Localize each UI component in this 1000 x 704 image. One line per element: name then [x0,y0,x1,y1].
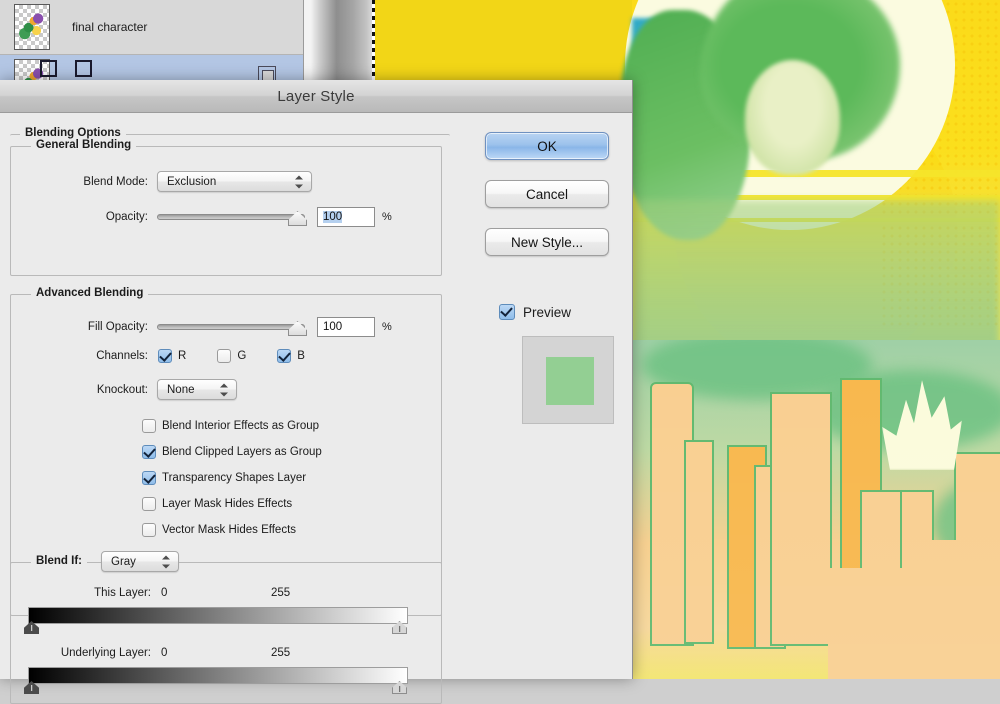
channel-r-label: R [178,350,186,362]
opacity-unit: % [382,211,392,223]
layer-mask-hides-effects-checkbox[interactable] [142,497,156,511]
opacity-slider[interactable] [157,211,305,223]
fill-opacity-input[interactable]: 100 [317,317,375,337]
underlying-layer-gradient-bar[interactable] [28,667,408,684]
fill-opacity-value: 100 [323,321,342,333]
dialog-title: Layer Style [277,88,354,105]
this-layer-min: 0 [161,587,191,599]
style-preview-thumbnail [522,336,614,424]
vector-mask-hides-effects-checkbox[interactable] [142,523,156,537]
preview-checkbox[interactable] [499,304,515,320]
fill-opacity-slider[interactable] [157,321,305,333]
vector-mask-hides-effects-row[interactable]: Vector Mask Hides Effects [142,523,296,537]
transparency-shapes-layer-row[interactable]: Transparency Shapes Layer [142,471,306,485]
dialog-titlebar[interactable]: Layer Style [0,80,632,113]
blend-interior-effects-label: Blend Interior Effects as Group [162,420,319,432]
vector-mask-hides-effects-label: Vector Mask Hides Effects [162,524,296,536]
layer-style-dialog: Layer Style Blending Options General Ble… [0,80,633,679]
blend-interior-effects-checkbox[interactable] [142,419,156,433]
blend-clipped-layers-row[interactable]: Blend Clipped Layers as Group [142,445,322,459]
knockout-label: Knockout: [11,384,148,396]
knockout-select[interactable]: None [157,379,237,400]
knockout-row: Knockout: None [11,379,441,400]
dialog-body: Blending Options General Blending Blend … [0,114,632,679]
blend-mode-label: Blend Mode: [11,176,148,188]
artwork-overlay [632,0,1000,679]
blending-options-column: Blending Options General Blending Blend … [0,114,462,679]
advanced-blending-title: Advanced Blending [31,287,148,299]
transparency-shapes-layer-checkbox[interactable] [142,471,156,485]
preview-checkbox-row[interactable]: Preview [499,304,571,320]
layer-row[interactable]: final character [0,0,303,54]
underlying-layer-min: 0 [161,647,191,659]
stepper-arrows-icon [162,555,170,568]
stepper-arrows-icon [295,175,303,188]
blend-mode-row: Blend Mode: Exclusion [11,171,441,192]
channel-b-checkbox-wrap[interactable]: B [277,349,305,363]
this-layer-label: This Layer: [51,587,151,599]
opacity-row: Opacity: 100 % [11,207,441,227]
fill-opacity-unit: % [382,321,392,333]
knockout-value: None [167,384,195,396]
blend-if-title: Blend If: [31,555,87,567]
channels-row: Channels: R G B [11,349,441,363]
blend-clipped-layers-label: Blend Clipped Layers as Group [162,446,322,458]
blend-mode-value: Exclusion [167,176,216,188]
new-style-button[interactable]: New Style... [485,228,609,256]
blend-clipped-layers-checkbox[interactable] [142,445,156,459]
preview-swatch [546,357,594,405]
channel-b-label: B [297,350,305,362]
blend-if-group: Blend If: Gray This Layer: 0 255 Underly… [10,562,442,704]
underlying-layer-max: 255 [271,647,311,659]
marching-ants-selection-icon [372,0,375,88]
layers-panel[interactable]: final character [0,0,304,89]
opacity-slider-track [157,214,305,220]
general-blending-group: General Blending Blend Mode: Exclusion O… [10,146,442,276]
fill-opacity-row: Fill Opacity: 100 % [11,317,441,337]
fill-opacity-label: Fill Opacity: [11,321,148,333]
canvas-edge-gradient [304,0,372,88]
channel-r-checkbox[interactable] [158,349,172,363]
layer-mask-hides-effects-row[interactable]: Layer Mask Hides Effects [142,497,292,511]
fill-opacity-slider-track [157,324,305,330]
channel-g-label: G [237,350,246,362]
blending-options-title: Blending Options [20,127,126,139]
general-blending-title: General Blending [31,139,136,151]
channel-r-checkbox-wrap[interactable]: R [158,349,186,363]
blend-interior-effects-row[interactable]: Blend Interior Effects as Group [142,419,319,433]
dialog-button-column: OK Cancel New Style... Preview [462,114,632,679]
preview-label: Preview [523,305,571,320]
layer-mask-hides-effects-label: Layer Mask Hides Effects [162,498,292,510]
this-layer-gradient-bar[interactable] [28,607,408,624]
channel-g-checkbox-wrap[interactable]: G [217,349,246,363]
opacity-input[interactable]: 100 [317,207,375,227]
channel-g-checkbox[interactable] [217,349,231,363]
channel-b-checkbox[interactable] [277,349,291,363]
ok-button[interactable]: OK [485,132,609,160]
layer-thumbnail[interactable] [14,4,50,50]
transparency-shapes-layer-label: Transparency Shapes Layer [162,472,306,484]
cancel-button[interactable]: Cancel [485,180,609,208]
channels-label: Channels: [11,350,148,362]
stepper-arrows-icon [220,383,228,396]
opacity-value: 100 [323,211,342,223]
this-layer-max: 255 [271,587,311,599]
blend-if-channel-value: Gray [111,556,136,568]
blend-if-channel-select[interactable]: Gray [101,551,179,572]
blend-mode-select[interactable]: Exclusion [157,171,312,192]
layer-name-label: final character [72,20,147,34]
underlying-layer-label: Underlying Layer: [19,647,151,659]
opacity-label: Opacity: [11,211,148,223]
